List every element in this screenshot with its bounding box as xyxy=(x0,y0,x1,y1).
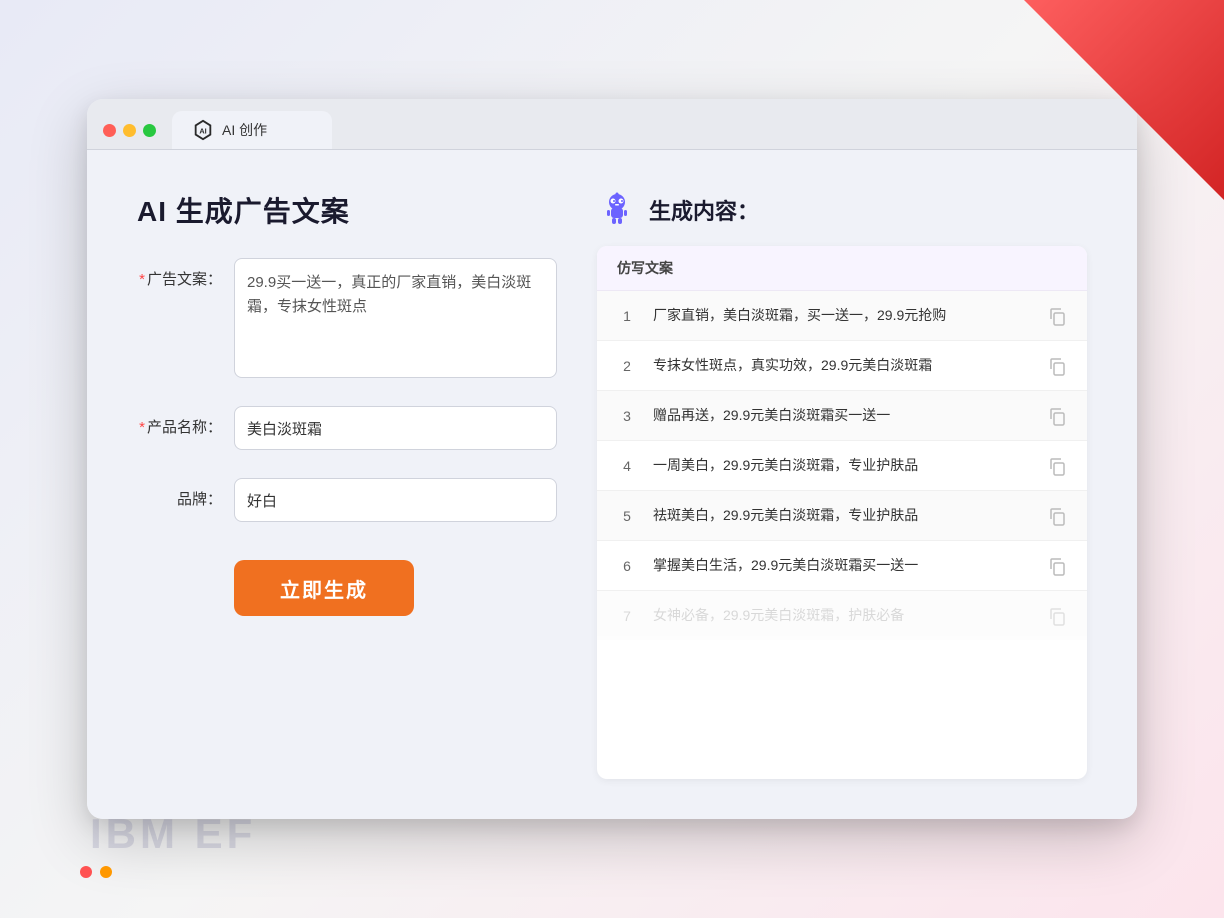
row-number: 3 xyxy=(617,408,637,424)
browser-window: AI AI 创作 AI 生成广告文案 *广告文案： 29.9买一送一，真正的厂家… xyxy=(87,99,1137,819)
table-row: 1 厂家直销，美白淡斑霜，买一送一，29.9元抢购 xyxy=(597,291,1087,341)
copy-icon[interactable] xyxy=(1047,506,1067,526)
table-row: 5 祛斑美白，29.9元美白淡斑霜，专业护肤品 xyxy=(597,491,1087,541)
page-title: AI 生成广告文案 xyxy=(137,190,557,230)
table-row: 6 掌握美白生活，29.9元美白淡斑霜买一送一 xyxy=(597,541,1087,591)
copy-icon[interactable] xyxy=(1047,606,1067,626)
svg-text:AI: AI xyxy=(199,127,206,136)
row-text: 专抹女性斑点，真实功效，29.9元美白淡斑霜 xyxy=(653,355,1031,376)
copy-icon[interactable] xyxy=(1047,456,1067,476)
row-number: 2 xyxy=(617,358,637,374)
row-text: 一周美白，29.9元美白淡斑霜，专业护肤品 xyxy=(653,455,1031,476)
table-row: 7 女神必备，29.9元美白淡斑霜，护肤必备 xyxy=(597,591,1087,640)
background-dots xyxy=(80,866,112,878)
label-ad-copy: *广告文案： xyxy=(137,258,222,289)
traffic-light-maximize[interactable] xyxy=(143,124,156,137)
left-panel: AI 生成广告文案 *广告文案： 29.9买一送一，真正的厂家直销，美白淡斑霜，… xyxy=(137,190,557,779)
row-text: 掌握美白生活，29.9元美白淡斑霜买一送一 xyxy=(653,555,1031,576)
traffic-lights xyxy=(103,124,156,149)
table-row: 2 专抹女性斑点，真实功效，29.9元美白淡斑霜 xyxy=(597,341,1087,391)
form-group-product: *产品名称： xyxy=(137,406,557,450)
required-star-2: * xyxy=(139,419,145,436)
traffic-light-close[interactable] xyxy=(103,124,116,137)
results-table: 仿写文案 1 厂家直销，美白淡斑霜，买一送一，29.9元抢购 2 专抹女性斑点，… xyxy=(597,246,1087,779)
copy-icon[interactable] xyxy=(1047,356,1067,376)
copy-icon[interactable] xyxy=(1047,556,1067,576)
copy-icon[interactable] xyxy=(1047,406,1067,426)
right-panel: 生成内容： 仿写文案 1 厂家直销，美白淡斑霜，买一送一，29.9元抢购 2 专… xyxy=(597,190,1087,779)
row-number: 6 xyxy=(617,558,637,574)
background-text-ibm: IBM EF xyxy=(90,810,256,858)
row-text: 厂家直销，美白淡斑霜，买一送一，29.9元抢购 xyxy=(653,305,1031,326)
generate-button[interactable]: 立即生成 xyxy=(234,560,414,616)
form-group-brand: 品牌： xyxy=(137,478,557,522)
row-text: 赠品再送，29.9元美白淡斑霜买一送一 xyxy=(653,405,1031,426)
label-brand: 品牌： xyxy=(137,478,222,509)
table-row: 3 赠品再送，29.9元美白淡斑霜买一送一 xyxy=(597,391,1087,441)
table-header: 仿写文案 xyxy=(597,246,1087,291)
row-number: 4 xyxy=(617,458,637,474)
dot-orange xyxy=(100,866,112,878)
dot-red xyxy=(80,866,92,878)
textarea-ad-copy[interactable]: 29.9买一送一，真正的厂家直销，美白淡斑霜，专抹女性斑点 xyxy=(234,258,557,378)
input-product-name[interactable] xyxy=(234,406,557,450)
required-star-1: * xyxy=(139,271,145,288)
right-header: 生成内容： xyxy=(597,190,1087,230)
table-row: 4 一周美白，29.9元美白淡斑霜，专业护肤品 xyxy=(597,441,1087,491)
tab-title: AI 创作 xyxy=(222,120,267,140)
copy-icon[interactable] xyxy=(1047,306,1067,326)
browser-content: AI 生成广告文案 *广告文案： 29.9买一送一，真正的厂家直销，美白淡斑霜，… xyxy=(87,150,1137,819)
row-text: 女神必备，29.9元美白淡斑霜，护肤必备 xyxy=(653,605,1031,626)
label-product: *产品名称： xyxy=(137,406,222,437)
robot-icon xyxy=(597,190,637,230)
ai-tab-icon: AI xyxy=(192,119,214,141)
form-group-ad-copy: *广告文案： 29.9买一送一，真正的厂家直销，美白淡斑霜，专抹女性斑点 xyxy=(137,258,557,378)
traffic-light-minimize[interactable] xyxy=(123,124,136,137)
row-text: 祛斑美白，29.9元美白淡斑霜，专业护肤品 xyxy=(653,505,1031,526)
right-title: 生成内容： xyxy=(649,194,759,226)
browser-chrome: AI AI 创作 xyxy=(87,99,1137,150)
row-number: 7 xyxy=(617,608,637,624)
input-brand[interactable] xyxy=(234,478,557,522)
row-number: 5 xyxy=(617,508,637,524)
row-number: 1 xyxy=(617,308,637,324)
browser-tab[interactable]: AI AI 创作 xyxy=(172,111,332,149)
